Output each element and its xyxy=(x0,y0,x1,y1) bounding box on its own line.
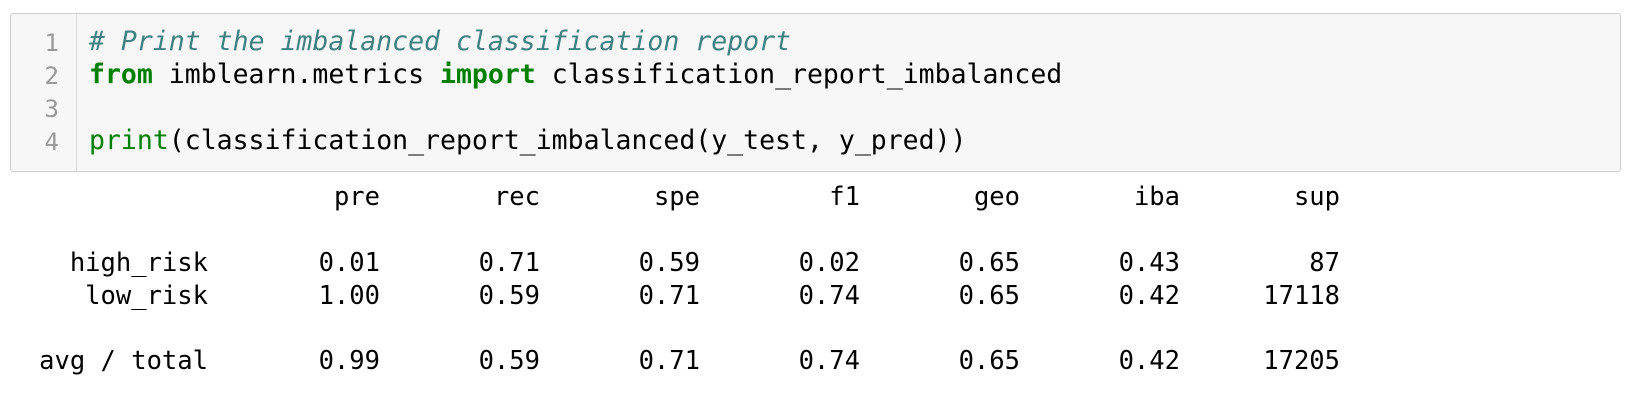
table-cell: 0.71 xyxy=(478,248,540,278)
column-header: rec xyxy=(493,182,540,212)
table-cell: 0.42 xyxy=(1118,281,1180,311)
table-cell: 0.02 xyxy=(798,248,860,278)
table-cell: 0.71 xyxy=(638,281,700,311)
cell-output: pre rec spe f1 geo iba sup high_risk 0.0… xyxy=(0,0,1630,406)
table-cell: 0.99 xyxy=(318,346,380,376)
table-cell: 0.74 xyxy=(798,346,860,376)
table-cell: 0.59 xyxy=(638,248,700,278)
table-cell: 0.59 xyxy=(478,281,540,311)
column-header: geo xyxy=(973,182,1020,212)
table-cell: 17118 xyxy=(1263,281,1340,311)
table-cell: 17205 xyxy=(1263,346,1340,376)
table-cell: 0.71 xyxy=(638,346,700,376)
table-cell: 0.59 xyxy=(478,346,540,376)
column-header: spe xyxy=(653,182,700,212)
table-cell: 1.00 xyxy=(318,281,380,311)
table-cell: 87 xyxy=(1309,248,1340,278)
row-label: high_risk xyxy=(69,248,208,278)
row-label: avg / total xyxy=(39,346,208,376)
table-cell: 0.43 xyxy=(1118,248,1180,278)
table-cell: 0.65 xyxy=(958,281,1020,311)
column-header: iba xyxy=(1133,182,1180,212)
table-cell: 0.65 xyxy=(958,346,1020,376)
table-cell: 0.01 xyxy=(318,248,380,278)
column-header: pre xyxy=(333,182,380,212)
table-cell: 0.65 xyxy=(958,248,1020,278)
column-header: f1 xyxy=(829,182,860,212)
table-cell: 0.74 xyxy=(798,281,860,311)
row-label: low_risk xyxy=(85,281,208,311)
column-header: sup xyxy=(1293,182,1340,212)
table-cell: 0.42 xyxy=(1118,346,1180,376)
